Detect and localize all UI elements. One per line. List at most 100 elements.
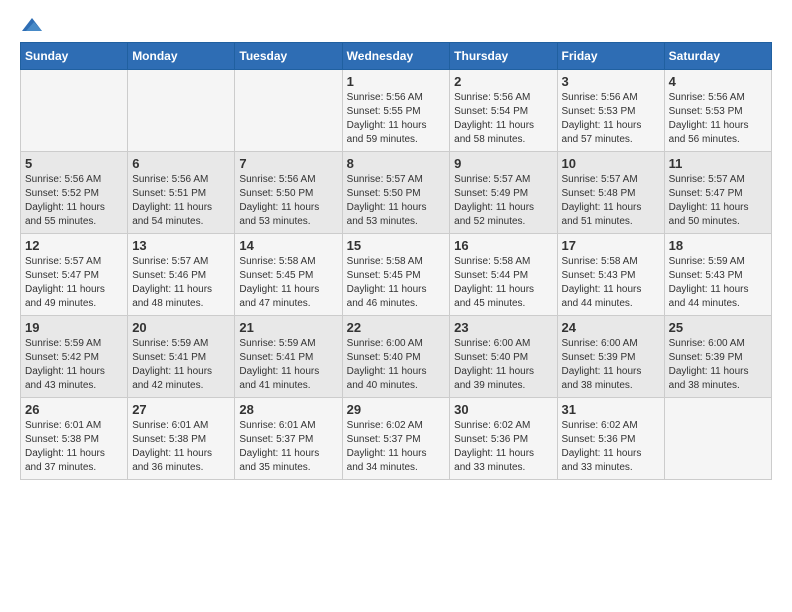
calendar-cell: 27 Sunrise: 6:01 AMSunset: 5:38 PMDaylig…	[128, 398, 235, 480]
day-number: 21	[239, 320, 337, 335]
weekday-header-tuesday: Tuesday	[235, 43, 342, 70]
calendar-cell: 22 Sunrise: 6:00 AMSunset: 5:40 PMDaylig…	[342, 316, 450, 398]
day-info: Sunrise: 6:00 AMSunset: 5:39 PMDaylight:…	[669, 337, 767, 393]
weekday-header-saturday: Saturday	[664, 43, 771, 70]
logo-icon	[22, 16, 42, 36]
calendar-cell: 23 Sunrise: 6:00 AMSunset: 5:40 PMDaylig…	[450, 316, 557, 398]
day-number: 19	[25, 320, 123, 335]
calendar-cell: 13 Sunrise: 5:57 AMSunset: 5:46 PMDaylig…	[128, 234, 235, 316]
day-info: Sunrise: 5:59 AMSunset: 5:42 PMDaylight:…	[25, 337, 123, 393]
day-number: 11	[669, 156, 767, 171]
day-info: Sunrise: 5:56 AMSunset: 5:50 PMDaylight:…	[239, 173, 337, 229]
day-info: Sunrise: 5:57 AMSunset: 5:47 PMDaylight:…	[25, 255, 123, 311]
calendar-cell: 6 Sunrise: 5:56 AMSunset: 5:51 PMDayligh…	[128, 152, 235, 234]
day-number: 7	[239, 156, 337, 171]
day-number: 1	[347, 74, 446, 89]
calendar-week-4: 19 Sunrise: 5:59 AMSunset: 5:42 PMDaylig…	[21, 316, 772, 398]
day-info: Sunrise: 6:00 AMSunset: 5:40 PMDaylight:…	[347, 337, 446, 393]
day-number: 6	[132, 156, 230, 171]
day-number: 31	[562, 402, 660, 417]
calendar-cell: 18 Sunrise: 5:59 AMSunset: 5:43 PMDaylig…	[664, 234, 771, 316]
calendar-cell: 24 Sunrise: 6:00 AMSunset: 5:39 PMDaylig…	[557, 316, 664, 398]
calendar-cell	[235, 70, 342, 152]
calendar-cell: 20 Sunrise: 5:59 AMSunset: 5:41 PMDaylig…	[128, 316, 235, 398]
calendar-cell: 1 Sunrise: 5:56 AMSunset: 5:55 PMDayligh…	[342, 70, 450, 152]
day-info: Sunrise: 5:57 AMSunset: 5:49 PMDaylight:…	[454, 173, 552, 229]
day-number: 18	[669, 238, 767, 253]
day-info: Sunrise: 5:59 AMSunset: 5:41 PMDaylight:…	[239, 337, 337, 393]
day-info: Sunrise: 6:01 AMSunset: 5:38 PMDaylight:…	[132, 419, 230, 475]
calendar-cell: 12 Sunrise: 5:57 AMSunset: 5:47 PMDaylig…	[21, 234, 128, 316]
day-number: 22	[347, 320, 446, 335]
calendar-cell: 4 Sunrise: 5:56 AMSunset: 5:53 PMDayligh…	[664, 70, 771, 152]
weekday-header-sunday: Sunday	[21, 43, 128, 70]
day-number: 8	[347, 156, 446, 171]
day-number: 24	[562, 320, 660, 335]
day-number: 10	[562, 156, 660, 171]
calendar-cell: 16 Sunrise: 5:58 AMSunset: 5:44 PMDaylig…	[450, 234, 557, 316]
calendar-cell: 14 Sunrise: 5:58 AMSunset: 5:45 PMDaylig…	[235, 234, 342, 316]
day-number: 13	[132, 238, 230, 253]
calendar-cell: 19 Sunrise: 5:59 AMSunset: 5:42 PMDaylig…	[21, 316, 128, 398]
calendar-cell	[664, 398, 771, 480]
day-info: Sunrise: 5:59 AMSunset: 5:43 PMDaylight:…	[669, 255, 767, 311]
day-number: 12	[25, 238, 123, 253]
calendar-cell: 21 Sunrise: 5:59 AMSunset: 5:41 PMDaylig…	[235, 316, 342, 398]
day-info: Sunrise: 5:58 AMSunset: 5:45 PMDaylight:…	[347, 255, 446, 311]
day-number: 29	[347, 402, 446, 417]
day-number: 2	[454, 74, 552, 89]
day-number: 26	[25, 402, 123, 417]
calendar-cell: 7 Sunrise: 5:56 AMSunset: 5:50 PMDayligh…	[235, 152, 342, 234]
day-number: 4	[669, 74, 767, 89]
day-info: Sunrise: 5:56 AMSunset: 5:53 PMDaylight:…	[562, 91, 660, 147]
day-info: Sunrise: 6:02 AMSunset: 5:37 PMDaylight:…	[347, 419, 446, 475]
calendar-cell: 26 Sunrise: 6:01 AMSunset: 5:38 PMDaylig…	[21, 398, 128, 480]
calendar-week-5: 26 Sunrise: 6:01 AMSunset: 5:38 PMDaylig…	[21, 398, 772, 480]
day-info: Sunrise: 5:56 AMSunset: 5:53 PMDaylight:…	[669, 91, 767, 147]
day-info: Sunrise: 5:57 AMSunset: 5:50 PMDaylight:…	[347, 173, 446, 229]
day-number: 23	[454, 320, 552, 335]
day-info: Sunrise: 5:56 AMSunset: 5:54 PMDaylight:…	[454, 91, 552, 147]
calendar-cell: 28 Sunrise: 6:01 AMSunset: 5:37 PMDaylig…	[235, 398, 342, 480]
day-info: Sunrise: 6:02 AMSunset: 5:36 PMDaylight:…	[454, 419, 552, 475]
day-info: Sunrise: 5:58 AMSunset: 5:45 PMDaylight:…	[239, 255, 337, 311]
day-info: Sunrise: 5:57 AMSunset: 5:48 PMDaylight:…	[562, 173, 660, 229]
day-info: Sunrise: 5:56 AMSunset: 5:52 PMDaylight:…	[25, 173, 123, 229]
calendar-header: SundayMondayTuesdayWednesdayThursdayFrid…	[21, 43, 772, 70]
calendar-cell: 5 Sunrise: 5:56 AMSunset: 5:52 PMDayligh…	[21, 152, 128, 234]
day-number: 16	[454, 238, 552, 253]
calendar-cell: 9 Sunrise: 5:57 AMSunset: 5:49 PMDayligh…	[450, 152, 557, 234]
day-info: Sunrise: 6:01 AMSunset: 5:38 PMDaylight:…	[25, 419, 123, 475]
calendar-cell: 3 Sunrise: 5:56 AMSunset: 5:53 PMDayligh…	[557, 70, 664, 152]
day-info: Sunrise: 5:57 AMSunset: 5:47 PMDaylight:…	[669, 173, 767, 229]
day-info: Sunrise: 5:58 AMSunset: 5:44 PMDaylight:…	[454, 255, 552, 311]
calendar-cell: 29 Sunrise: 6:02 AMSunset: 5:37 PMDaylig…	[342, 398, 450, 480]
day-number: 27	[132, 402, 230, 417]
calendar-week-3: 12 Sunrise: 5:57 AMSunset: 5:47 PMDaylig…	[21, 234, 772, 316]
day-number: 20	[132, 320, 230, 335]
day-info: Sunrise: 6:00 AMSunset: 5:39 PMDaylight:…	[562, 337, 660, 393]
calendar-cell: 17 Sunrise: 5:58 AMSunset: 5:43 PMDaylig…	[557, 234, 664, 316]
calendar-cell	[21, 70, 128, 152]
weekday-header-thursday: Thursday	[450, 43, 557, 70]
day-info: Sunrise: 5:56 AMSunset: 5:51 PMDaylight:…	[132, 173, 230, 229]
calendar-cell: 8 Sunrise: 5:57 AMSunset: 5:50 PMDayligh…	[342, 152, 450, 234]
day-info: Sunrise: 5:57 AMSunset: 5:46 PMDaylight:…	[132, 255, 230, 311]
calendar-cell: 31 Sunrise: 6:02 AMSunset: 5:36 PMDaylig…	[557, 398, 664, 480]
day-number: 14	[239, 238, 337, 253]
weekday-header-monday: Monday	[128, 43, 235, 70]
calendar-cell: 10 Sunrise: 5:57 AMSunset: 5:48 PMDaylig…	[557, 152, 664, 234]
weekday-header-friday: Friday	[557, 43, 664, 70]
day-info: Sunrise: 6:01 AMSunset: 5:37 PMDaylight:…	[239, 419, 337, 475]
day-number: 3	[562, 74, 660, 89]
calendar-week-1: 1 Sunrise: 5:56 AMSunset: 5:55 PMDayligh…	[21, 70, 772, 152]
calendar-cell: 11 Sunrise: 5:57 AMSunset: 5:47 PMDaylig…	[664, 152, 771, 234]
day-info: Sunrise: 5:58 AMSunset: 5:43 PMDaylight:…	[562, 255, 660, 311]
calendar-cell: 15 Sunrise: 5:58 AMSunset: 5:45 PMDaylig…	[342, 234, 450, 316]
weekday-header-wednesday: Wednesday	[342, 43, 450, 70]
day-number: 5	[25, 156, 123, 171]
day-info: Sunrise: 6:02 AMSunset: 5:36 PMDaylight:…	[562, 419, 660, 475]
logo	[20, 20, 42, 32]
day-info: Sunrise: 5:56 AMSunset: 5:55 PMDaylight:…	[347, 91, 446, 147]
day-number: 30	[454, 402, 552, 417]
